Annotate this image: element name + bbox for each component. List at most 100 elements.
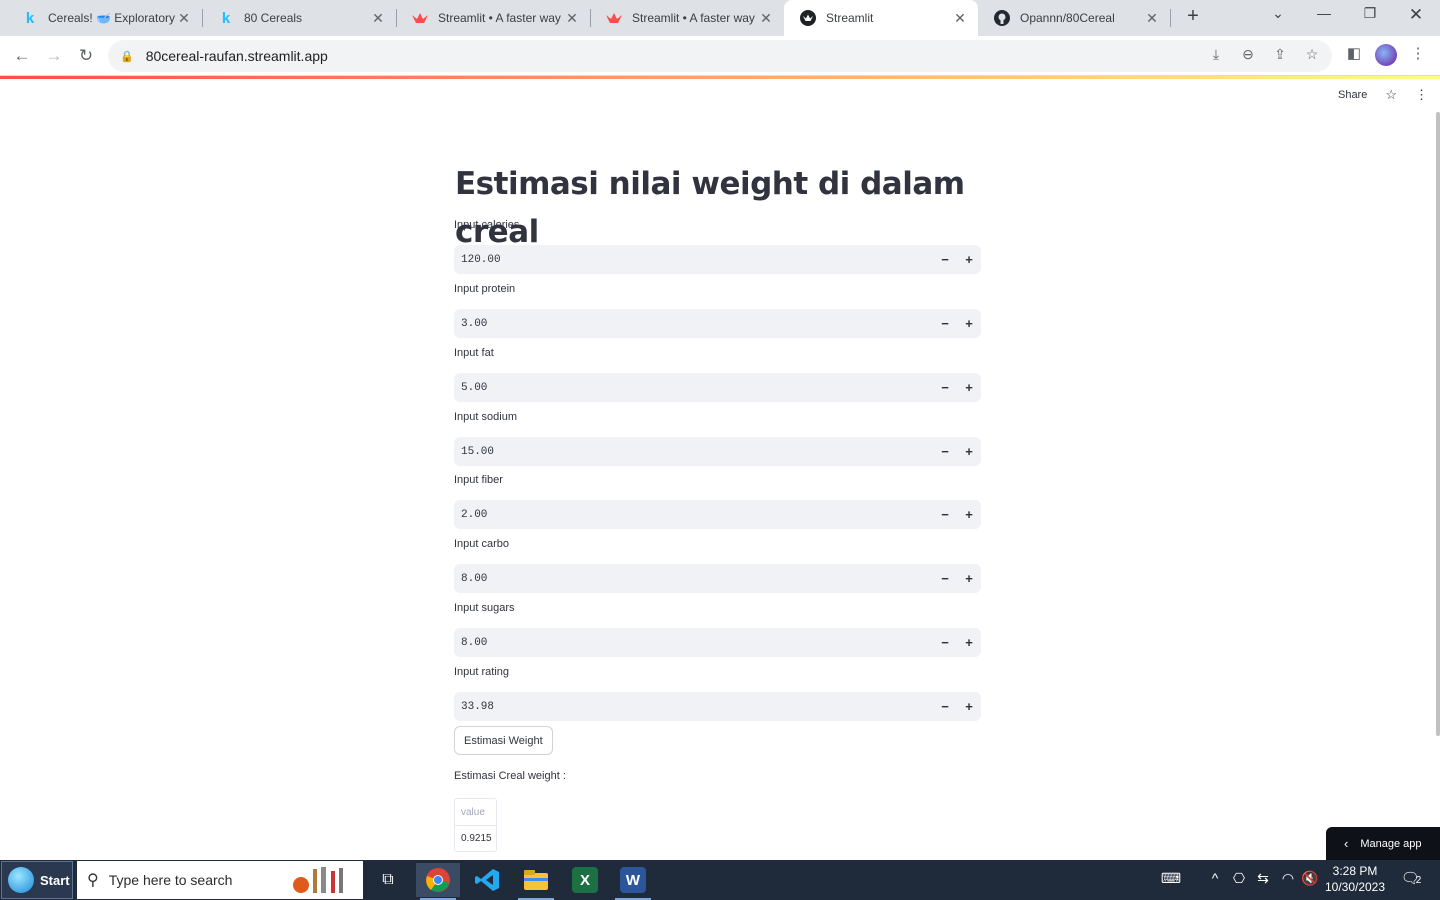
increment-button[interactable]: +: [957, 309, 981, 338]
bookmark-star-icon[interactable]: ☆: [1302, 46, 1322, 63]
fat-number-input[interactable]: 5.00 − +: [454, 373, 981, 402]
increment-button[interactable]: +: [957, 245, 981, 274]
input-value[interactable]: 3.00: [454, 318, 933, 330]
chrome-taskbar-icon[interactable]: [416, 863, 460, 900]
minimize-icon[interactable]: —: [1309, 5, 1339, 29]
close-icon[interactable]: ✕: [952, 10, 968, 27]
calories-field: Input calories 120.00 − +: [454, 218, 981, 274]
fat-field: Input fat 5.00 − +: [454, 346, 981, 402]
back-icon[interactable]: ←: [10, 44, 34, 68]
close-icon[interactable]: ✕: [176, 10, 192, 27]
tab-separator: [1170, 9, 1171, 27]
decrement-button[interactable]: −: [933, 564, 957, 593]
reload-icon[interactable]: ↻: [74, 44, 98, 68]
taskbar-search-box[interactable]: ⚲ Type here to search: [77, 861, 363, 899]
browser-tab[interactable]: k 80 Cereals ✕: [202, 0, 396, 36]
start-button[interactable]: Start: [1, 861, 73, 899]
sugars-number-input[interactable]: 8.00 − +: [454, 628, 981, 657]
input-value[interactable]: 5.00: [454, 382, 933, 394]
browser-menu-icon[interactable]: ⋮: [1406, 44, 1430, 62]
manage-app-label: Manage app: [1360, 837, 1422, 850]
excel-taskbar-icon[interactable]: X: [563, 863, 607, 897]
volume-muted-icon[interactable]: 🔇: [1299, 870, 1321, 887]
rating-number-input[interactable]: 33.98 − +: [454, 692, 981, 721]
meet-now-icon[interactable]: ⎔: [1228, 870, 1250, 887]
forward-icon[interactable]: →: [42, 44, 66, 68]
decrement-button[interactable]: −: [933, 628, 957, 657]
decrement-button[interactable]: −: [933, 373, 957, 402]
kaggle-icon: k: [221, 9, 231, 27]
input-method-icon[interactable]: ⇆: [1252, 870, 1274, 887]
input-value[interactable]: 120.00: [454, 254, 933, 266]
decrement-button[interactable]: −: [933, 500, 957, 529]
field-label: Input fiber: [454, 474, 503, 486]
streamlit-decoration-bar: [0, 76, 1440, 79]
input-value[interactable]: 8.00: [454, 637, 933, 649]
new-tab-button[interactable]: +: [1183, 5, 1203, 29]
browser-tab[interactable]: Opannn/80Cereal ✕: [978, 0, 1170, 36]
task-view-icon[interactable]: ⧉: [366, 863, 410, 897]
input-value[interactable]: 33.98: [454, 701, 933, 713]
increment-button[interactable]: +: [957, 628, 981, 657]
install-icon[interactable]: ⤓: [1206, 46, 1226, 63]
rating-field: Input rating 33.98 − +: [454, 665, 981, 721]
field-label: Input sodium: [454, 411, 517, 423]
show-hidden-icons-chevron-icon[interactable]: ^: [1204, 870, 1226, 886]
decrement-button[interactable]: −: [933, 309, 957, 338]
share-button[interactable]: Share: [1338, 89, 1367, 101]
increment-button[interactable]: +: [957, 373, 981, 402]
main-menu-icon[interactable]: ⋮: [1415, 87, 1428, 103]
field-label: Input protein: [454, 283, 516, 295]
browser-tab[interactable]: Streamlit • A faster way ✕: [396, 0, 590, 36]
protein-number-input[interactable]: 3.00 − +: [454, 309, 981, 338]
sodium-number-input[interactable]: 15.00 − +: [454, 437, 981, 466]
notification-center-icon[interactable]: 🗨2: [1398, 869, 1424, 891]
wifi-icon[interactable]: ◠: [1277, 870, 1299, 887]
increment-button[interactable]: +: [957, 564, 981, 593]
vscode-taskbar-icon[interactable]: [465, 863, 509, 897]
browser-tab[interactable]: Streamlit • A faster way ✕: [590, 0, 784, 36]
field-label: Input fat: [454, 347, 494, 359]
input-value[interactable]: 8.00: [454, 573, 933, 585]
decrement-button[interactable]: −: [933, 692, 957, 721]
browser-tab-active[interactable]: Streamlit ✕: [784, 0, 978, 36]
close-icon[interactable]: ✕: [564, 10, 580, 27]
clock-time: 3:28 PM: [1332, 864, 1378, 878]
increment-button[interactable]: +: [957, 500, 981, 529]
window-close-icon[interactable]: ✕: [1401, 5, 1431, 29]
file-explorer-taskbar-icon[interactable]: [514, 863, 558, 900]
scrollbar[interactable]: [1436, 112, 1440, 736]
increment-button[interactable]: +: [957, 692, 981, 721]
close-icon[interactable]: ✕: [1144, 10, 1160, 27]
system-clock[interactable]: 3:28 PM 10/30/2023: [1322, 863, 1388, 895]
address-bar[interactable]: 🔒 80cereal-raufan.streamlit.app ⤓ ⊖ ⇪ ☆: [108, 40, 1332, 72]
input-value[interactable]: 15.00: [454, 446, 933, 458]
start-orb-icon: [8, 867, 34, 893]
zoom-icon[interactable]: ⊖: [1238, 46, 1258, 63]
search-placeholder: Type here to search: [108, 872, 233, 888]
calories-number-input[interactable]: 120.00 − +: [454, 245, 981, 274]
github-icon: [994, 10, 1010, 26]
input-value[interactable]: 2.00: [454, 509, 933, 521]
increment-button[interactable]: +: [957, 437, 981, 466]
word-taskbar-icon[interactable]: W: [611, 863, 655, 900]
tab-search-icon[interactable]: ⌄: [1263, 5, 1293, 29]
carbo-number-input[interactable]: 8.00 − +: [454, 564, 981, 593]
fiber-number-input[interactable]: 2.00 − +: [454, 500, 981, 529]
share-icon[interactable]: ⇪: [1270, 46, 1290, 63]
keyboard-icon[interactable]: ⌨: [1158, 870, 1184, 887]
manage-app-button[interactable]: ‹ Manage app: [1326, 827, 1440, 860]
estimate-weight-button[interactable]: Estimasi Weight: [454, 726, 553, 755]
close-icon[interactable]: ✕: [758, 10, 774, 27]
table-header-value[interactable]: value: [455, 799, 496, 826]
field-label: Input calories: [454, 219, 520, 231]
close-icon[interactable]: ✕: [370, 10, 386, 27]
main-content: Estimasi nilai weight di dalam creal Inp…: [454, 160, 981, 860]
side-panel-icon[interactable]: ◧: [1342, 44, 1366, 62]
profile-avatar[interactable]: [1375, 44, 1397, 66]
decrement-button[interactable]: −: [933, 437, 957, 466]
star-icon[interactable]: ☆: [1385, 87, 1397, 103]
decrement-button[interactable]: −: [933, 245, 957, 274]
restore-icon[interactable]: ❐: [1355, 5, 1385, 29]
browser-tab[interactable]: k Cereals! 🥣 Exploratory ✕: [6, 0, 202, 36]
